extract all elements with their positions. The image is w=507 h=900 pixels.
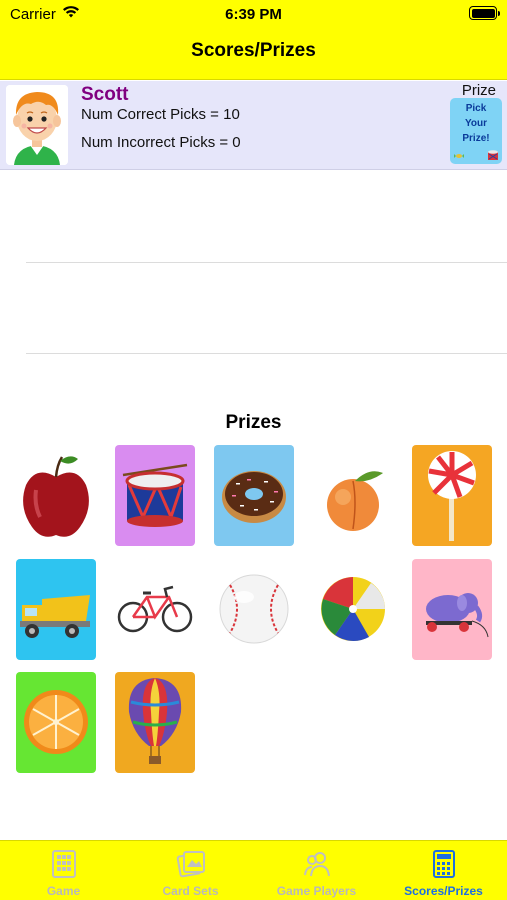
- tab-label: Game: [46, 884, 81, 898]
- hot-air-balloon-icon: [115, 672, 195, 773]
- prize-column-label: Prize: [461, 82, 496, 99]
- people-icon: [303, 852, 330, 877]
- pick-card-line: Your: [464, 118, 488, 129]
- prizes-heading: Prizes: [225, 412, 282, 433]
- donut-icon: [214, 445, 294, 546]
- lollipop-icon: [412, 445, 492, 546]
- player-name: Scott: [81, 84, 129, 105]
- candy-icon: [454, 154, 464, 158]
- prize-baseball[interactable]: [214, 559, 294, 660]
- incorrect-picks-count: Num Incorrect Picks = 0: [81, 134, 241, 151]
- cards-icon: [176, 851, 205, 878]
- tab-label: Scores/Prizes: [404, 884, 483, 898]
- navigation-bar: Carrier 6:39 PM Scores/Prizes: [0, 0, 507, 80]
- apple-icon: [16, 445, 96, 546]
- prize-donut[interactable]: [214, 445, 294, 546]
- prize-hot-air-balloon[interactable]: [115, 672, 195, 773]
- status-bar: Carrier 6:39 PM: [0, 0, 507, 28]
- player-row[interactable]: Scott Num Correct Picks = 10 Num Incorre…: [0, 81, 507, 170]
- calculator-icon: [432, 850, 455, 878]
- toy-elephant-icon: [412, 559, 492, 660]
- tab-game[interactable]: Game: [0, 841, 127, 900]
- drum-icon: [488, 150, 498, 160]
- prize-toy-elephant[interactable]: [412, 559, 492, 660]
- baseball-icon: [214, 559, 294, 660]
- prize-orange[interactable]: [16, 672, 96, 773]
- tab-scores-prizes[interactable]: Scores/Prizes: [380, 841, 507, 900]
- prize-apple[interactable]: [16, 445, 96, 546]
- grid-icon: [51, 850, 76, 878]
- dump-truck-icon: [16, 559, 96, 660]
- pick-card-line: Pick: [465, 103, 487, 114]
- prize-drum[interactable]: [115, 445, 195, 546]
- peach-icon: [313, 445, 393, 546]
- pick-card-line: Prize!: [462, 133, 490, 144]
- tab-label: Card Sets: [162, 884, 219, 898]
- row-separator: [26, 262, 507, 263]
- status-time: 6:39 PM: [225, 6, 282, 23]
- prize-beach-ball[interactable]: [313, 559, 393, 660]
- orange-icon: [16, 672, 96, 773]
- prize-peach[interactable]: [313, 445, 393, 546]
- tab-bar: Game Card Sets Game Players Scores/Prize…: [0, 840, 507, 900]
- tab-label: Game Players: [276, 884, 357, 898]
- correct-picks-count: Num Correct Picks = 10: [81, 106, 240, 123]
- drum-icon: [115, 445, 195, 546]
- scores-prizes-screen: Carrier 6:39 PM Scores/Prizes Scott Num …: [0, 0, 507, 900]
- page-title: Scores/Prizes: [191, 40, 316, 61]
- prize-bicycle[interactable]: [115, 559, 195, 660]
- bicycle-icon: [115, 559, 195, 660]
- battery-icon: [469, 6, 500, 20]
- beach-ball-icon: [313, 559, 393, 660]
- pick-your-prize-button[interactable]: Pick Your Prize!: [450, 98, 502, 164]
- prize-lollipop[interactable]: [412, 445, 492, 546]
- row-separator: [26, 353, 507, 354]
- prize-dump-truck[interactable]: [16, 559, 96, 660]
- player-avatar: [6, 85, 68, 165]
- tab-card-sets[interactable]: Card Sets: [127, 841, 254, 900]
- tab-game-players[interactable]: Game Players: [253, 841, 380, 900]
